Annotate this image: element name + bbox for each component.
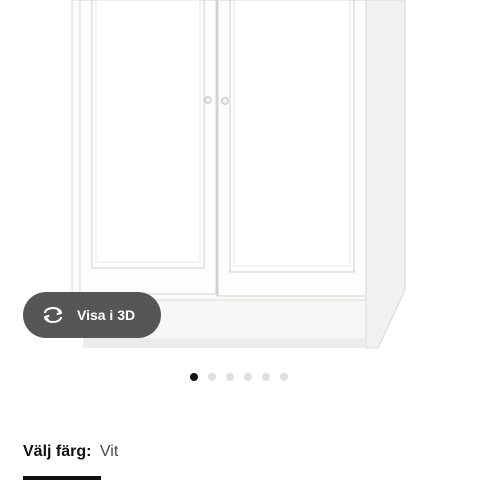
view-in-3d-label: Visa i 3D: [77, 307, 136, 323]
carousel-dot[interactable]: [226, 373, 234, 381]
color-selector[interactable]: Välj färg: Vit: [23, 443, 118, 461]
carousel-dot[interactable]: [262, 373, 270, 381]
carousel-dot[interactable]: [208, 373, 216, 381]
rotate-3d-icon: [41, 303, 65, 327]
carousel-dot[interactable]: [280, 373, 288, 381]
color-swatch-selected-indicator: [23, 476, 101, 480]
view-in-3d-button[interactable]: Visa i 3D: [23, 292, 161, 338]
selected-color-value: Vit: [99, 443, 119, 460]
carousel-dot[interactable]: [244, 373, 252, 381]
carousel-dot[interactable]: [190, 373, 198, 381]
color-selector-label: Välj färg:: [23, 443, 92, 460]
image-carousel-indicator: [190, 373, 288, 381]
